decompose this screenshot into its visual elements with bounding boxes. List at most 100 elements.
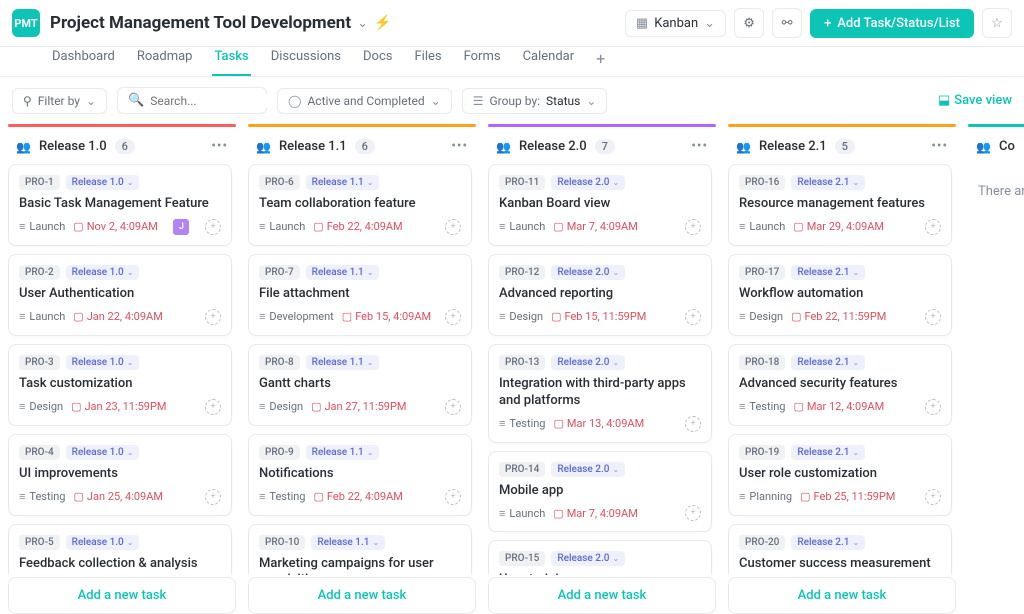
release-tag[interactable]: Release 1.1⌄: [306, 175, 380, 190]
add-task-link[interactable]: Add a new task: [8, 577, 236, 614]
column: 👥Release 1.16•••PRO-6Release 1.1⌄Team co…: [248, 124, 476, 614]
column-header[interactable]: 👥Co•••: [968, 133, 1024, 164]
settings-button[interactable]: ⚙: [734, 8, 764, 38]
chevron-down-icon[interactable]: ⌄: [357, 16, 368, 31]
bolt-icon[interactable]: ⚡: [374, 15, 391, 31]
tab-tasks[interactable]: Tasks: [212, 43, 250, 76]
task-card[interactable]: PRO-6Release 1.1⌄Team collaboration feat…: [248, 164, 472, 246]
column-header[interactable]: 👥Release 1.06•••: [8, 133, 236, 164]
add-assignee-icon[interactable]: +: [205, 399, 221, 415]
share-button[interactable]: ⚯: [772, 8, 802, 38]
release-tag[interactable]: Release 1.0⌄: [66, 265, 140, 280]
task-card[interactable]: PRO-20Release 2.1⌄Customer success measu…: [728, 524, 952, 575]
release-tag[interactable]: Release 1.0⌄: [66, 535, 140, 550]
release-tag[interactable]: Release 2.1⌄: [791, 175, 865, 190]
add-assignee-icon[interactable]: +: [925, 309, 941, 325]
add-tab-button[interactable]: +: [594, 43, 607, 76]
task-card[interactable]: PRO-13Release 2.0⌄Integration with third…: [488, 344, 712, 443]
tab-docs[interactable]: Docs: [361, 43, 394, 76]
task-card[interactable]: PRO-8Release 1.1⌄Gantt charts≡Design▢Jan…: [248, 344, 472, 426]
column-menu-icon[interactable]: •••: [931, 139, 948, 154]
search-input-wrap[interactable]: 🔍: [117, 87, 267, 114]
column-title: Release 1.0: [39, 139, 107, 154]
task-title: Resource management features: [739, 196, 941, 213]
task-card[interactable]: PRO-1Release 1.0⌄Basic Task Management F…: [8, 164, 232, 246]
release-tag[interactable]: Release 1.1⌄: [311, 535, 385, 550]
add-assignee-icon[interactable]: +: [205, 489, 221, 505]
star-icon: ☆: [991, 16, 1003, 31]
task-card[interactable]: PRO-5Release 1.0⌄Feedback collection & a…: [8, 524, 232, 575]
column-menu-icon[interactable]: •••: [211, 139, 228, 154]
task-card[interactable]: PRO-10Release 1.1⌄Marketing campaigns fo…: [248, 524, 472, 575]
task-card[interactable]: PRO-2Release 1.0⌄User Authentication≡Lau…: [8, 254, 232, 336]
release-tag[interactable]: Release 2.0⌄: [551, 175, 625, 190]
release-tag[interactable]: Release 2.1⌄: [791, 535, 865, 550]
avatar[interactable]: J: [173, 219, 189, 235]
task-card[interactable]: PRO-7Release 1.1⌄File attachment≡Develop…: [248, 254, 472, 336]
release-tag[interactable]: Release 2.0⌄: [551, 265, 625, 280]
add-assignee-icon[interactable]: +: [445, 219, 461, 235]
task-card[interactable]: PRO-9Release 1.1⌄Notifications≡Testing▢F…: [248, 434, 472, 516]
release-tag[interactable]: Release 2.0⌄: [551, 551, 625, 566]
add-assignee-icon[interactable]: +: [685, 505, 701, 521]
task-id-tag: PRO-14: [499, 462, 545, 477]
column-header[interactable]: 👥Release 2.15•••: [728, 133, 956, 164]
favorite-button[interactable]: ☆: [982, 8, 1012, 38]
status-filter-button[interactable]: ◯ Active and Completed ⌄: [277, 88, 452, 114]
column-menu-icon[interactable]: •••: [691, 139, 708, 154]
tab-dashboard[interactable]: Dashboard: [50, 43, 117, 76]
add-task-button-label: Add Task/Status/List: [837, 16, 960, 31]
project-title[interactable]: Project Management Tool Development: [50, 13, 351, 33]
add-assignee-icon[interactable]: +: [445, 399, 461, 415]
add-assignee-icon[interactable]: +: [685, 309, 701, 325]
tab-files[interactable]: Files: [412, 43, 443, 76]
add-assignee-icon[interactable]: +: [925, 399, 941, 415]
column-menu-icon[interactable]: •••: [451, 139, 468, 154]
task-card[interactable]: PRO-19Release 2.1⌄User role customizatio…: [728, 434, 952, 516]
column-header[interactable]: 👥Release 2.07•••: [488, 133, 716, 164]
release-tag[interactable]: Release 1.1⌄: [306, 355, 380, 370]
release-tag[interactable]: Release 1.1⌄: [306, 445, 380, 460]
add-assignee-icon[interactable]: +: [445, 309, 461, 325]
release-tag[interactable]: Release 1.1⌄: [306, 265, 380, 280]
add-assignee-icon[interactable]: +: [925, 489, 941, 505]
task-card[interactable]: PRO-17Release 2.1⌄Workflow automation≡De…: [728, 254, 952, 336]
view-dropdown[interactable]: ▦ Kanban ⌄: [625, 10, 726, 37]
task-card[interactable]: PRO-15Release 2.0⌄User training≡Planning…: [488, 540, 712, 575]
add-assignee-icon[interactable]: +: [685, 416, 701, 432]
tab-roadmap[interactable]: Roadmap: [135, 43, 195, 76]
task-title: Kanban Board view: [499, 196, 701, 213]
task-card[interactable]: PRO-11Release 2.0⌄Kanban Board view≡Laun…: [488, 164, 712, 246]
release-tag[interactable]: Release 2.0⌄: [551, 355, 625, 370]
add-task-link[interactable]: Add a new task: [248, 577, 476, 614]
task-card[interactable]: PRO-3Release 1.0⌄Task customization≡Desi…: [8, 344, 232, 426]
release-tag[interactable]: Release 1.0⌄: [66, 355, 140, 370]
save-view-button[interactable]: ⬓ Save view: [938, 93, 1012, 108]
task-card[interactable]: PRO-14Release 2.0⌄Mobile app≡Launch▢Mar …: [488, 451, 712, 533]
add-task-link[interactable]: Add a new task: [488, 577, 716, 614]
release-tag[interactable]: Release 2.1⌄: [791, 445, 865, 460]
tab-calendar[interactable]: Calendar: [521, 43, 577, 76]
add-assignee-icon[interactable]: +: [205, 309, 221, 325]
release-tag[interactable]: Release 1.0⌄: [66, 445, 140, 460]
column-header[interactable]: 👥Release 1.16•••: [248, 133, 476, 164]
groupby-button[interactable]: ☰ Group by: Status ⌄: [462, 88, 608, 114]
task-card[interactable]: PRO-4Release 1.0⌄UI improvements≡Testing…: [8, 434, 232, 516]
task-card[interactable]: PRO-12Release 2.0⌄Advanced reporting≡Des…: [488, 254, 712, 336]
filter-button[interactable]: ⚲ Filter by ⌄: [12, 88, 107, 114]
add-task-button[interactable]: + Add Task/Status/List: [810, 9, 974, 38]
task-card[interactable]: PRO-16Release 2.1⌄Resource management fe…: [728, 164, 952, 246]
add-assignee-icon[interactable]: +: [205, 219, 221, 235]
add-assignee-icon[interactable]: +: [445, 489, 461, 505]
chevron-down-icon: ⌄: [612, 358, 619, 367]
task-card[interactable]: PRO-18Release 2.1⌄Advanced security feat…: [728, 344, 952, 426]
release-tag[interactable]: Release 1.0⌄: [66, 175, 140, 190]
add-assignee-icon[interactable]: +: [925, 219, 941, 235]
add-assignee-icon[interactable]: +: [685, 219, 701, 235]
tab-forms[interactable]: Forms: [462, 43, 503, 76]
release-tag[interactable]: Release 2.0⌄: [551, 462, 625, 477]
release-tag[interactable]: Release 2.1⌄: [791, 265, 865, 280]
release-tag[interactable]: Release 2.1⌄: [791, 355, 865, 370]
tab-discussions[interactable]: Discussions: [269, 43, 343, 76]
add-task-link[interactable]: Add a new task: [728, 577, 956, 614]
